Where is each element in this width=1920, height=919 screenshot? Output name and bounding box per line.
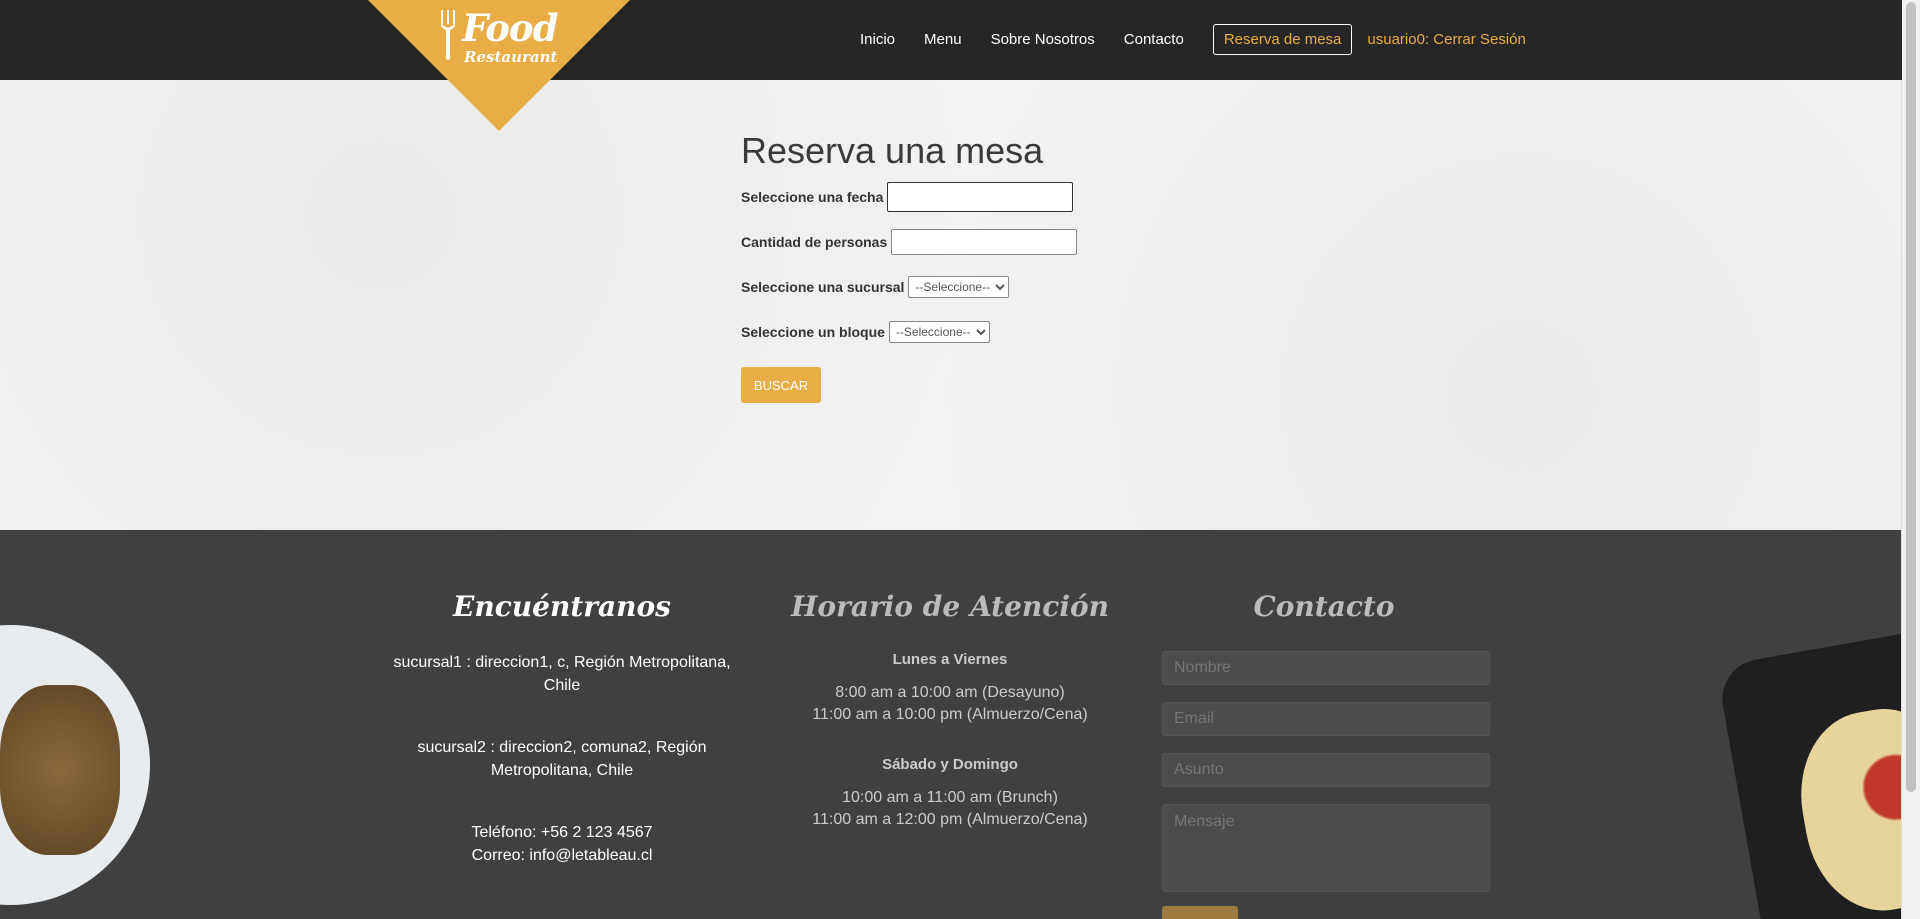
people-input[interactable] xyxy=(891,229,1078,255)
fork-icon xyxy=(441,10,455,60)
weekend-line: 10:00 am a 11:00 am (Brunch) xyxy=(842,789,1058,806)
nav-link-contacto[interactable]: Contacto xyxy=(1124,31,1184,48)
branch-select[interactable]: --Seleccione-- xyxy=(908,276,1010,298)
branch-label: Seleccione una sucursal xyxy=(741,279,905,295)
email-field[interactable] xyxy=(1162,702,1490,736)
weekday-hours: Lunes a Viernes 8:00 am a 10:00 am (Desa… xyxy=(770,651,1130,726)
nav-link-menu[interactable]: Menu xyxy=(924,31,962,48)
reservation-section: Reserva una mesa Seleccione una fecha Ca… xyxy=(0,80,1902,530)
food-plate-image-left xyxy=(0,625,150,905)
people-label: Cantidad de personas xyxy=(741,234,888,250)
scrollbar-thumb[interactable] xyxy=(1906,2,1916,792)
logout-link[interactable]: usuario0: Cerrar Sesión xyxy=(1367,31,1525,48)
subject-field[interactable] xyxy=(1162,753,1490,787)
contact-info: Teléfono: +56 2 123 4567 Correo: info@le… xyxy=(382,821,742,867)
search-button[interactable]: BUSCAR xyxy=(741,367,821,403)
vertical-scrollbar[interactable] xyxy=(1901,0,1920,919)
logo-subtitle: Restaurant xyxy=(464,48,558,66)
date-row: Seleccione una fecha xyxy=(741,182,1077,212)
nav-link-reserva[interactable]: Reserva de mesa xyxy=(1212,24,1353,55)
logo-brand: Food xyxy=(462,6,558,50)
branch-address-1: sucursal1 : direccion1, c, Región Metrop… xyxy=(393,654,731,694)
email-text: Correo: info@letableau.cl xyxy=(471,847,653,864)
message-field[interactable] xyxy=(1162,804,1490,892)
weekday-title: Lunes a Viernes xyxy=(892,651,1008,668)
block-select[interactable]: --Seleccione-- xyxy=(888,321,990,343)
top-navbar: Inicio Menu Sobre Nosotros Contacto Rese… xyxy=(0,0,1902,80)
page: Inicio Menu Sobre Nosotros Contacto Rese… xyxy=(0,0,1902,919)
branch-row: Seleccione una sucursal --Seleccione-- xyxy=(741,272,1077,302)
people-row: Cantidad de personas xyxy=(741,227,1078,257)
block-label: Seleccione un bloque xyxy=(741,324,885,340)
hours-title: Horario de Atención xyxy=(790,590,1110,623)
weekend-title: Sábado y Domingo xyxy=(882,756,1018,773)
block-row: Seleccione un bloque --Seleccione-- xyxy=(741,317,1077,347)
reservation-form: Reserva una mesa Seleccione una fecha Ca… xyxy=(741,130,1078,403)
find-us-title: Encuéntranos xyxy=(453,590,671,623)
hours-column: Horario de Atención Lunes a Viernes 8:00… xyxy=(770,590,1130,861)
contact-title: Contacto xyxy=(1253,590,1395,623)
weekend-line: 11:00 am a 12:00 pm (Almuerzo/Cena) xyxy=(812,811,1088,828)
spaghetti-image xyxy=(1787,697,1902,919)
phone-text: Teléfono: +56 2 123 4567 xyxy=(471,824,653,841)
weekday-line: 8:00 am a 10:00 am (Desayuno) xyxy=(835,684,1065,701)
find-us-column: Encuéntranos sucursal1 : direccion1, c, … xyxy=(382,590,742,867)
weekend-hours: Sábado y Domingo 10:00 am a 11:00 am (Br… xyxy=(770,756,1130,831)
nav-link-inicio[interactable]: Inicio xyxy=(860,31,895,48)
send-button[interactable]: ENVIAR xyxy=(1162,906,1238,919)
name-field[interactable] xyxy=(1162,651,1490,685)
weekday-line: 11:00 am a 10:00 pm (Almuerzo/Cena) xyxy=(812,706,1088,723)
date-input[interactable] xyxy=(887,182,1074,212)
footer: Encuéntranos sucursal1 : direccion1, c, … xyxy=(0,530,1902,919)
branch-address-2: sucursal2 : direccion2, comuna2, Región … xyxy=(417,739,707,779)
nav-link-sobre-nosotros[interactable]: Sobre Nosotros xyxy=(991,31,1095,48)
noodles-image xyxy=(0,685,120,855)
food-plate-image-right xyxy=(1716,617,1902,919)
page-title: Reserva una mesa xyxy=(741,130,1044,171)
contact-form: ENVIAR xyxy=(1162,651,1490,919)
main-nav: Inicio Menu Sobre Nosotros Contacto Rese… xyxy=(860,24,1526,55)
contact-column: Contacto ENVIAR xyxy=(1162,590,1490,919)
date-label: Seleccione una fecha xyxy=(741,189,884,205)
